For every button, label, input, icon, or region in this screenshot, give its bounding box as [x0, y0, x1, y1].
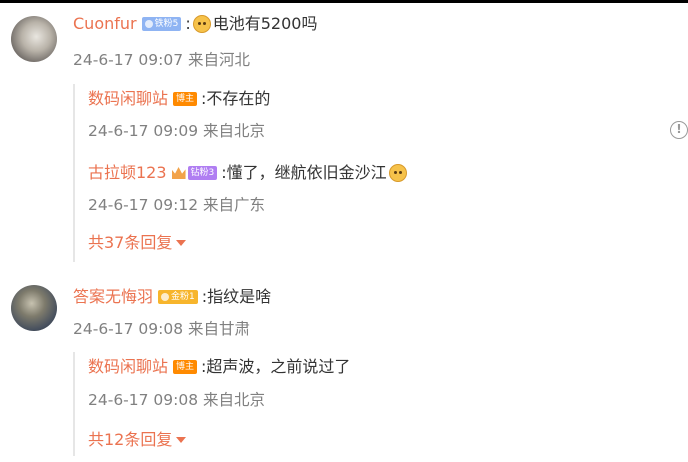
reply-author[interactable]: 古拉顿123 [88, 162, 167, 184]
comment-text: 电池有5200吗 [212, 14, 318, 33]
reply-text: :懂了，继航依旧金沙江 [221, 163, 387, 182]
crown-icon [171, 167, 186, 179]
avatar[interactable] [11, 285, 57, 331]
fan-badge[interactable]: 钻粉3 [187, 166, 218, 180]
reply-meta: 24-6-17 09:12 来自广东 [88, 196, 266, 214]
doge-emoji-icon [192, 15, 211, 33]
comment-author[interactable]: Cuonfur [73, 13, 137, 35]
comment-author[interactable]: 答案无悔羽 [73, 286, 153, 308]
caret-down-icon [176, 240, 187, 246]
reply-meta: 24-6-17 09:09 来自北京 [88, 122, 266, 140]
fan-badge[interactable]: 铁粉5 [141, 17, 182, 31]
avatar[interactable] [11, 16, 57, 62]
reply-author[interactable]: 数码闲聊站 [88, 88, 168, 110]
reply-text: :超声波，之前说过了 [201, 357, 351, 376]
more-replies-label[interactable]: 共37条回复 [88, 232, 172, 254]
reply-text: :不存在的 [201, 89, 271, 108]
doge-emoji-icon [388, 164, 407, 182]
reply-header: 古拉顿123 钻粉3 :懂了，继航依旧金沙江 [88, 162, 409, 184]
comment-header: Cuonfur 铁粉5 : 电池有5200吗 [73, 13, 318, 35]
more-replies-label[interactable]: 共12条回复 [88, 429, 172, 451]
comment-meta: 24-6-17 09:07 来自河北 [73, 51, 251, 69]
reply-header: 数码闲聊站 博主 :超声波，之前说过了 [88, 356, 350, 378]
more-replies-link[interactable]: 共12条回复 [88, 429, 187, 451]
more-replies-link[interactable]: 共37条回复 [88, 232, 187, 254]
fan-badge[interactable]: 金粉1 [158, 290, 198, 304]
report-icon[interactable]: ! [670, 121, 688, 139]
blogger-badge: 博主 [173, 92, 198, 106]
comment-meta: 24-6-17 09:08 来自甘肃 [73, 320, 251, 338]
reply-author[interactable]: 数码闲聊站 [88, 356, 168, 378]
caret-down-icon [176, 437, 187, 443]
reply-meta: 24-6-17 09:08 来自北京 [88, 391, 266, 409]
comment-header: 答案无悔羽 金粉1 :指纹是啥 [73, 286, 271, 308]
blogger-badge: 博主 [173, 360, 198, 374]
top-border [0, 0, 688, 3]
comment-text: :指纹是啥 [201, 287, 272, 306]
reply-header: 数码闲聊站 博主 :不存在的 [88, 88, 270, 110]
